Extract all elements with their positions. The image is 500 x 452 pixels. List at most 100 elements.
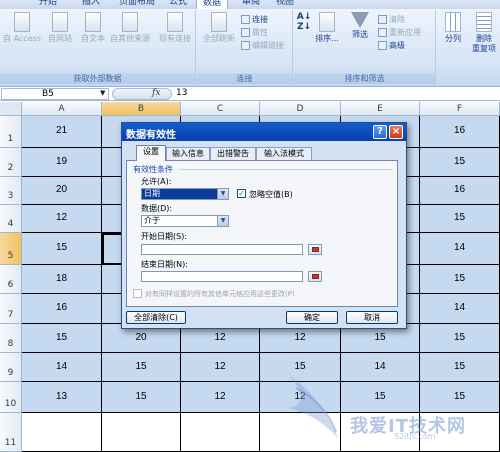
cell-f10[interactable]: 15 (420, 382, 500, 413)
allow-select[interactable]: 日期 ▼ (141, 188, 229, 200)
row-header-9[interactable]: 9 (0, 353, 22, 382)
tab-ime-mode[interactable]: 输入法模式 (256, 147, 312, 160)
sort-button[interactable]: 排序... (312, 12, 342, 44)
text-to-columns-button[interactable]: 分列 (439, 12, 467, 44)
cell-a1[interactable]: 21 (22, 116, 102, 148)
cell-f6[interactable]: 15 (420, 265, 500, 294)
existing-connections-button[interactable]: 现有连接 (156, 12, 194, 44)
row-header-3[interactable]: 3 (0, 177, 22, 205)
row-header-7[interactable]: 7 (0, 294, 22, 324)
tab-home[interactable]: 开始 (30, 0, 66, 9)
row-header-8[interactable]: 8 (0, 324, 22, 353)
sort-az-button[interactable]: A↓ Z↓ (296, 12, 312, 32)
cell-a7[interactable]: 16 (22, 294, 102, 324)
tab-insert[interactable]: 插入 (76, 0, 106, 9)
row-header-6[interactable]: 6 (0, 265, 22, 294)
remove-duplicates-button[interactable]: 删除 重复项 (469, 12, 499, 54)
apply-to-all-checkbox[interactable] (133, 289, 142, 298)
chevron-down-icon[interactable]: ▼ (217, 216, 228, 226)
from-other-sources-button[interactable]: 自其他来源 (108, 12, 152, 44)
dialog-title-bar[interactable]: 数据有效性 ? × (122, 123, 406, 141)
from-access-button[interactable]: 自 Access (2, 12, 42, 44)
end-date-input[interactable] (141, 271, 303, 282)
connections-button[interactable]: 连接 (241, 14, 268, 25)
cell-a8[interactable]: 15 (22, 324, 102, 353)
cell-d10[interactable]: 12 (260, 382, 341, 413)
advanced-icon (378, 41, 387, 50)
cancel-button[interactable]: 取消 (346, 311, 398, 324)
cell-f9[interactable]: 15 (420, 353, 500, 382)
column-header-e[interactable]: E (341, 102, 420, 116)
tab-input-message[interactable]: 输入信息 (166, 147, 210, 160)
column-header-f[interactable]: F (420, 102, 500, 116)
formula-input[interactable]: 13 (172, 88, 499, 100)
group-sort-filter: A↓ Z↓ 排序... 筛选 清除 重新应用 高级 排序和筛选 (294, 10, 436, 85)
data-select[interactable]: 介于 ▼ (141, 215, 229, 227)
row-header-10[interactable]: 10 (0, 382, 22, 413)
ok-button[interactable]: 确定 (286, 311, 338, 324)
cell-b10[interactable]: 15 (102, 382, 181, 413)
clear-filter-button[interactable]: 清除 (378, 14, 405, 25)
cell-a5[interactable]: 15 (22, 233, 102, 265)
help-button[interactable]: ? (373, 125, 387, 139)
tab-error-alert[interactable]: 出错警告 (210, 147, 256, 160)
range-picker-icon[interactable] (308, 271, 322, 282)
column-header-b[interactable]: B (102, 102, 181, 116)
cell-a4[interactable]: 12 (22, 205, 102, 233)
chevron-down-icon[interactable]: ▼ (217, 189, 228, 199)
row-header-5[interactable]: 5 (0, 233, 22, 265)
cell-c9[interactable]: 12 (181, 353, 260, 382)
tab-data[interactable]: 数据 (196, 0, 228, 9)
cell-d9[interactable]: 15 (260, 353, 341, 382)
cell-e9[interactable]: 14 (341, 353, 420, 382)
cell-f4[interactable]: 15 (420, 205, 500, 233)
cell-f8[interactable]: 15 (420, 324, 500, 353)
cell-c10[interactable]: 12 (181, 382, 260, 413)
cell-b9[interactable]: 15 (102, 353, 181, 382)
clear-all-button[interactable]: 全部清除(C) (126, 311, 186, 324)
row-header-2[interactable]: 2 (0, 148, 22, 177)
ignore-blank-checkbox[interactable]: ✓ (237, 189, 246, 198)
reapply-button[interactable]: 重新应用 (378, 27, 421, 38)
cell-a2[interactable]: 19 (22, 148, 102, 177)
cell-d11[interactable] (260, 413, 341, 452)
name-box[interactable]: B5 (1, 88, 109, 100)
properties-button[interactable]: 属性 (241, 27, 268, 38)
from-text-button[interactable]: 自文本 (78, 12, 108, 44)
tab-formulas[interactable]: 公式 (164, 0, 192, 9)
cell-a3[interactable]: 20 (22, 177, 102, 205)
cell-f5[interactable]: 14 (420, 233, 500, 265)
insert-function-icon[interactable]: fx (152, 88, 160, 98)
row-header-1[interactable]: 1 (0, 116, 22, 148)
cell-b11[interactable] (102, 413, 181, 452)
cell-a6[interactable]: 18 (22, 265, 102, 294)
close-button[interactable]: × (389, 125, 403, 139)
chevron-down-icon[interactable]: ▼ (100, 89, 108, 98)
edit-links-button[interactable]: 编辑链接 (241, 40, 284, 51)
filter-button[interactable]: 筛选 (346, 12, 374, 40)
cell-e10[interactable]: 15 (341, 382, 420, 413)
cell-f2[interactable]: 15 (420, 148, 500, 177)
cell-a9[interactable]: 14 (22, 353, 102, 382)
start-date-input[interactable] (141, 244, 303, 255)
cell-a11[interactable] (22, 413, 102, 452)
range-picker-icon[interactable] (308, 244, 322, 255)
row-header-11[interactable]: 11 (0, 413, 22, 452)
select-all-corner[interactable] (0, 102, 22, 116)
cell-f7[interactable]: 14 (420, 294, 500, 324)
cell-f1[interactable]: 16 (420, 116, 500, 148)
tab-settings[interactable]: 设置 (136, 145, 166, 161)
column-header-a[interactable]: A (22, 102, 102, 116)
tab-view[interactable]: 视图 (270, 0, 300, 9)
cell-c11[interactable] (181, 413, 260, 452)
cell-f3[interactable]: 16 (420, 177, 500, 205)
tab-page-layout[interactable]: 页面布局 (112, 0, 162, 9)
column-header-c[interactable]: C (181, 102, 260, 116)
advanced-filter-button[interactable]: 高级 (378, 40, 405, 51)
refresh-all-button[interactable]: 全部刷新 (199, 12, 239, 44)
cell-a10[interactable]: 13 (22, 382, 102, 413)
tab-review[interactable]: 审阅 (236, 0, 266, 9)
row-header-4[interactable]: 4 (0, 205, 22, 233)
from-web-button[interactable]: 自网站 (44, 12, 76, 44)
column-header-d[interactable]: D (260, 102, 341, 116)
